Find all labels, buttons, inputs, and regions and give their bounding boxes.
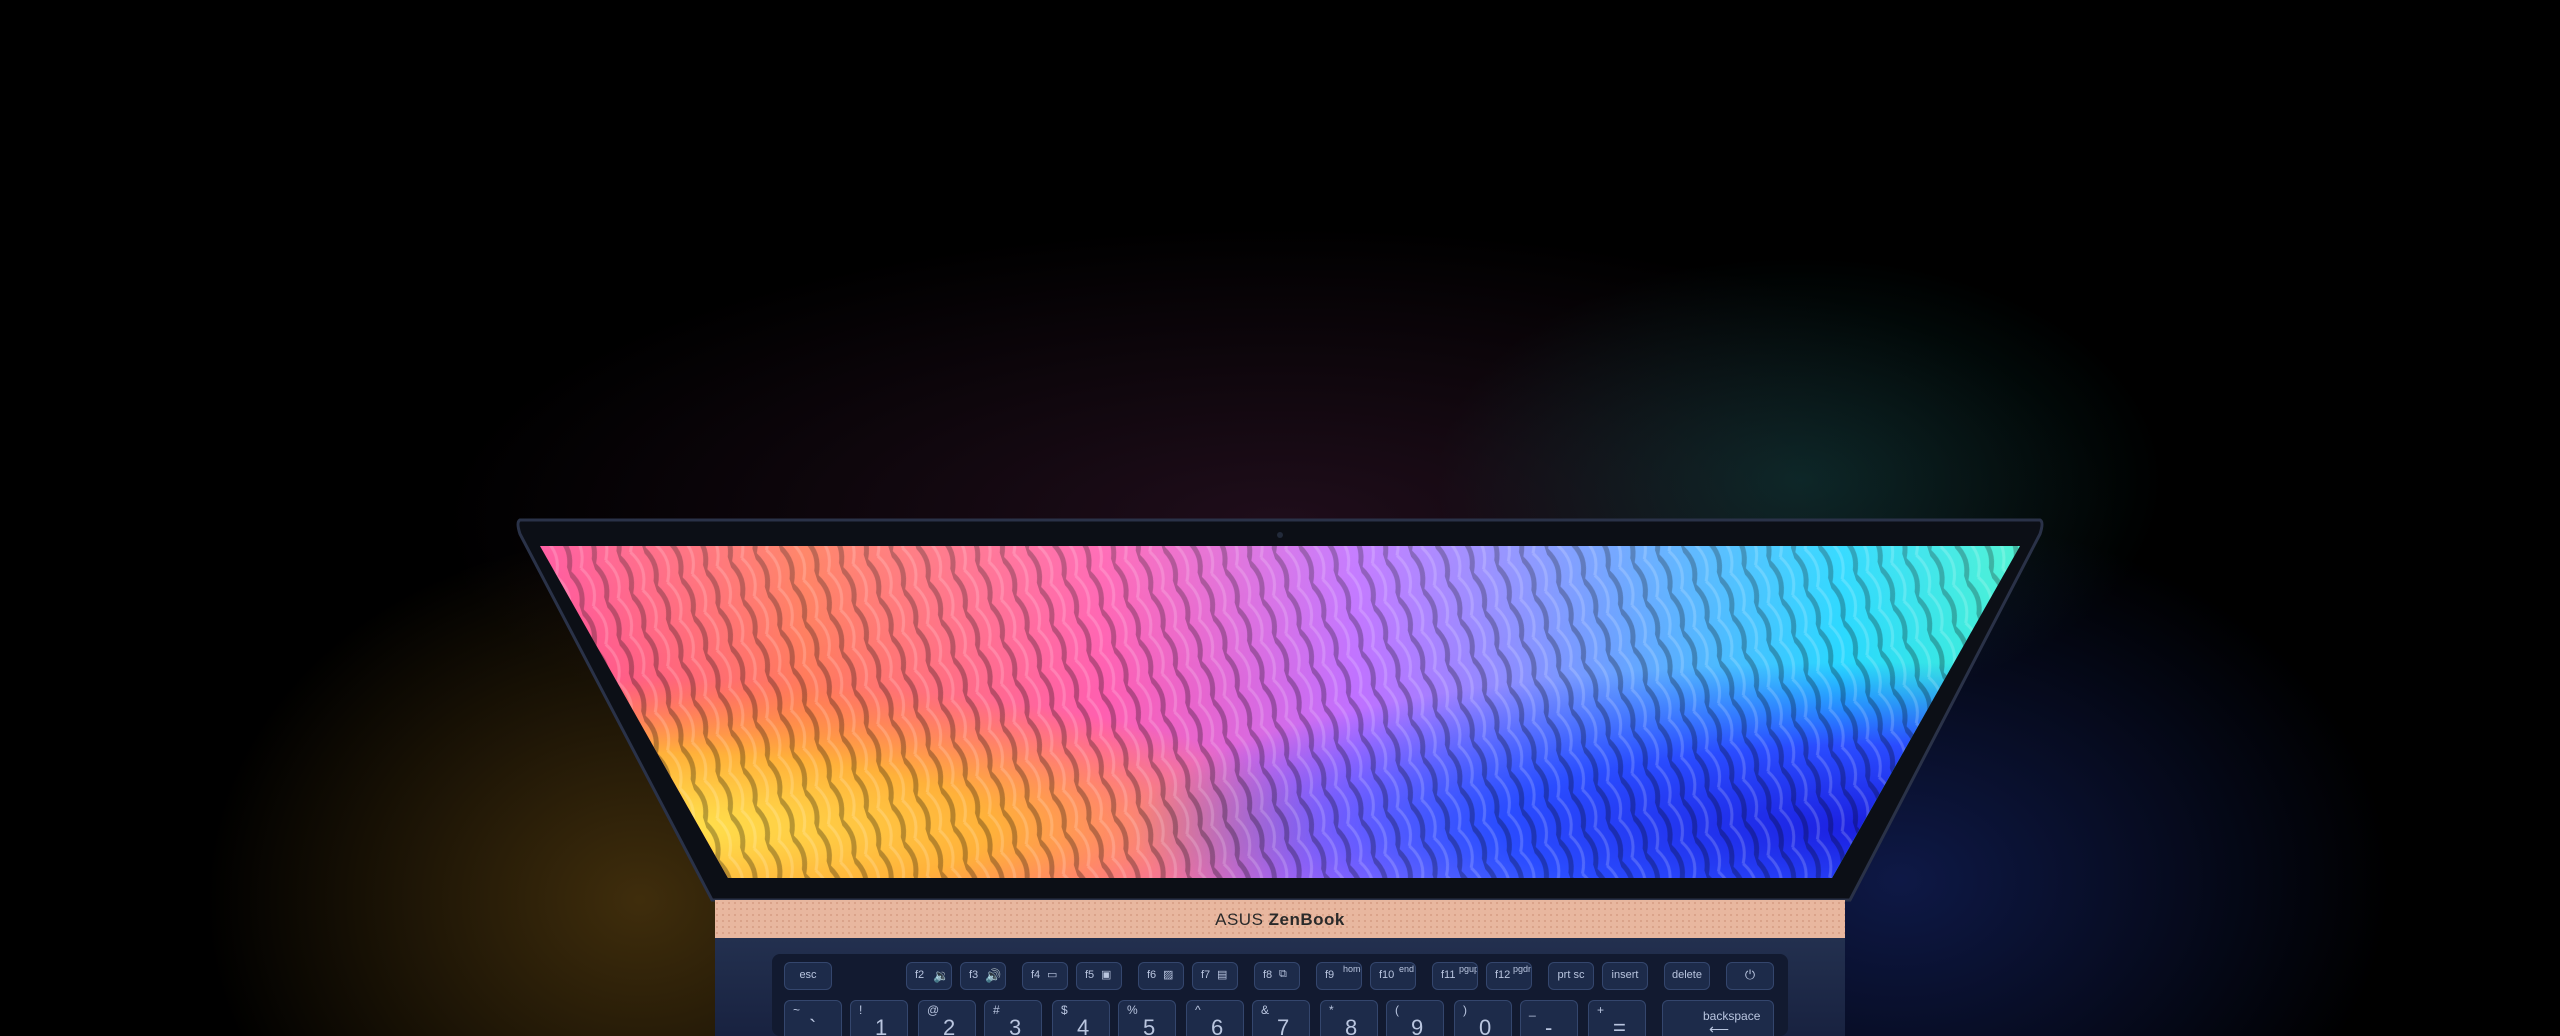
laptop-illustration [516,518,2044,1036]
key-esc[interactable]: esc [784,962,832,990]
key-f11[interactable]: f11 pgup [1432,962,1478,990]
key-2[interactable]: @ 2 [918,1000,976,1036]
key-f7[interactable]: f7 ▤ [1192,962,1238,990]
key-f6[interactable]: f6 ▨ [1138,962,1184,990]
key-7[interactable]: & 7 [1252,1000,1310,1036]
key-backtick[interactable]: ~ ` [784,1000,842,1036]
key-f3[interactable]: f3 🔊 [960,962,1006,990]
volume-up-icon: 🔊 [985,968,1002,983]
key-prt-sc[interactable]: prt sc [1548,962,1594,990]
key-f2[interactable]: f2 🔉 [906,962,952,990]
scene-background: ASUS ZenBook esc f2 🔉 f3 🔊 f4 ▭ f5 ▣ f6 … [0,0,2560,1036]
key-3[interactable]: # 3 [984,1000,1042,1036]
brand-prefix: ASUS [1215,910,1264,929]
key-f8[interactable]: f8 ⧉ [1254,962,1300,990]
brand-logo: ASUS ZenBook [1180,910,1380,930]
brand-name: ZenBook [1268,910,1345,929]
key-f4[interactable]: f4 ▭ [1022,962,1068,990]
key-insert[interactable]: insert [1602,962,1648,990]
display-off-icon: ▤ [1217,969,1228,981]
key-0[interactable]: ) 0 [1454,1000,1512,1036]
key-f9[interactable]: f9 home [1316,962,1362,990]
key-6[interactable]: ^ 6 [1186,1000,1244,1036]
key-backspace[interactable]: backspace ⟵ [1662,1000,1774,1036]
key-5[interactable]: % 5 [1118,1000,1176,1036]
backspace-arrow-icon: ⟵ [1709,1021,1730,1036]
key-power[interactable]: ⏻ [1726,962,1774,990]
key-8[interactable]: * 8 [1320,1000,1378,1036]
touchpad-toggle-icon: ▨ [1163,969,1174,981]
key-9[interactable]: ( 9 [1386,1000,1444,1036]
keyboard: esc f2 🔉 f3 🔊 f4 ▭ f5 ▣ f6 ▨ f7 ▤ f8 ⧉ f… [778,958,1782,1036]
webcam [1277,532,1283,538]
key-equals[interactable]: + = [1588,1000,1646,1036]
key-f5[interactable]: f5 ▣ [1076,962,1122,990]
laptop-screen [540,546,2020,878]
volume-down-icon: 🔉 [933,968,950,983]
key-1[interactable]: ! 1 [850,1000,908,1036]
key-f10[interactable]: f10 end [1370,962,1416,990]
key-delete[interactable]: delete [1664,962,1710,990]
display-switch-icon: ⧉ [1279,968,1287,980]
key-4[interactable]: $ 4 [1052,1000,1110,1036]
key-f12[interactable]: f12 pgdn [1486,962,1532,990]
key-minus[interactable]: _ - [1520,1000,1578,1036]
power-icon: ⏻ [1744,967,1756,982]
keyboard-backlight-up-icon: ▣ [1101,969,1112,981]
keyboard-backlight-down-icon: ▭ [1047,969,1058,981]
